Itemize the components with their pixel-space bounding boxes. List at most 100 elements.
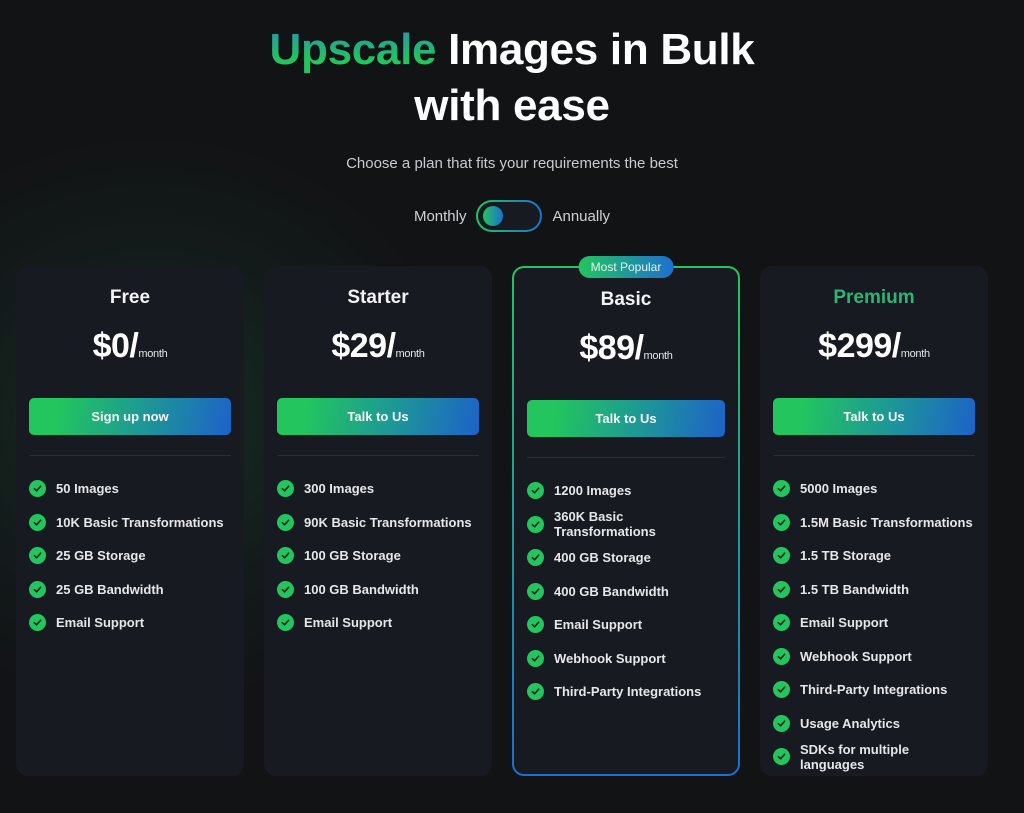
feature-text: Email Support <box>554 617 643 633</box>
feature-text: Third-Party Integrations <box>554 684 702 700</box>
feature-text: Email Support <box>800 615 889 631</box>
feature-item: 400 GB Storage <box>527 541 725 575</box>
check-circle-icon <box>29 547 46 565</box>
check-circle-icon <box>277 547 294 565</box>
feature-item: 100 GB Storage <box>277 539 479 573</box>
feature-text: 90K Basic Transformations <box>304 514 472 530</box>
feature-item: Third-Party Integrations <box>527 675 725 709</box>
feature-item: Email Support <box>527 608 725 642</box>
feature-text: 50 Images <box>56 481 119 497</box>
feature-text: 5000 Images <box>800 481 878 497</box>
check-circle-icon <box>773 748 790 766</box>
feature-text: 1.5 TB Storage <box>800 548 892 564</box>
feature-text: 10K Basic Transformations <box>56 514 224 530</box>
check-circle-icon <box>527 649 544 667</box>
feature-item: 90K Basic Transformations <box>277 506 479 540</box>
feature-item: Email Support <box>277 606 479 640</box>
billing-switch[interactable] <box>476 200 543 232</box>
feature-text: 400 GB Bandwidth <box>554 583 669 599</box>
feature-text: 25 GB Bandwidth <box>56 581 164 597</box>
feature-text: 300 Images <box>304 481 375 497</box>
check-circle-icon <box>29 480 46 498</box>
hero-title-line2: with ease <box>414 81 610 130</box>
price-amount: $0/ <box>92 327 139 365</box>
feature-item: Email Support <box>773 606 975 640</box>
feature-list: 5000 Images 1.5M Basic Transformations 1.5… <box>773 472 975 774</box>
feature-item: 5000 Images <box>773 472 975 506</box>
feature-text: 100 GB Storage <box>304 548 401 564</box>
talk-to-us-button[interactable]: Talk to Us <box>527 400 725 437</box>
feature-text: Email Support <box>56 615 145 631</box>
check-circle-icon <box>277 580 294 598</box>
check-circle-icon <box>277 480 294 498</box>
check-circle-icon <box>29 614 46 632</box>
feature-item: Webhook Support <box>773 640 975 674</box>
feature-list: 50 Images 10K Basic Transformations 25 GB … <box>29 472 231 640</box>
plan-name: Free <box>109 287 151 308</box>
feature-text: Third-Party Integrations <box>800 682 948 698</box>
feature-item: 300 Images <box>277 472 479 506</box>
check-circle-icon <box>773 681 790 699</box>
check-circle-icon <box>29 580 46 598</box>
switch-knob[interactable] <box>483 206 504 226</box>
divider <box>773 455 975 456</box>
plan-price: $89/month <box>527 329 725 369</box>
feature-text: Email Support <box>304 615 393 631</box>
price-amount: $29/ <box>331 327 396 365</box>
talk-to-us-button[interactable]: Talk to Us <box>277 398 479 435</box>
feature-text: Usage Analytics <box>800 715 900 731</box>
check-circle-icon <box>527 549 544 567</box>
check-circle-icon <box>277 614 294 632</box>
hero-subtitle: Choose a plan that fits your requirement… <box>346 155 678 172</box>
switch-track <box>478 202 541 230</box>
plan-card-starter: Starter $29/month Talk to Us 300 Images 9… <box>264 266 492 776</box>
plan-price: $0/month <box>29 327 231 367</box>
plan-price: $29/month <box>277 327 479 367</box>
feature-text: 1200 Images <box>554 483 632 499</box>
check-circle-icon <box>29 513 46 531</box>
feature-item: Usage Analytics <box>773 707 975 741</box>
check-circle-icon <box>773 480 790 498</box>
feature-text: SDKs for multiple languages <box>800 741 910 772</box>
feature-list: 1200 Images 360K Basic Transformations 400… <box>527 474 725 709</box>
feature-item: Third-Party Integrations <box>773 673 975 707</box>
monthly-label[interactable]: Monthly <box>414 208 467 225</box>
feature-text: Webhook Support <box>800 648 912 664</box>
feature-item: Email Support <box>29 606 231 640</box>
feature-text: 360K Basic Transformations <box>554 509 656 540</box>
check-circle-icon <box>527 482 544 500</box>
sign-up-button[interactable]: Sign up now <box>29 398 231 435</box>
divider <box>527 457 725 458</box>
pricing-page: Upscale Images in Bulk with ease Choose … <box>0 0 1024 813</box>
plan-card-free: Free $0/month Sign up now 50 Images 10K B… <box>16 266 244 776</box>
check-circle-icon <box>527 683 544 701</box>
hero-title-rest: Images in Bulk <box>436 25 755 74</box>
feature-item: 100 GB Bandwidth <box>277 573 479 607</box>
talk-to-us-button[interactable]: Talk to Us <box>773 398 975 435</box>
plan-card-premium: Premium $299/month Talk to Us 5000 Image… <box>760 266 988 776</box>
plan-name: Basic <box>600 289 652 310</box>
check-circle-icon <box>773 714 790 732</box>
check-circle-icon <box>773 513 790 531</box>
feature-item: 50 Images <box>29 472 231 506</box>
feature-text: 25 GB Storage <box>56 548 146 564</box>
feature-text: Webhook Support <box>554 650 666 666</box>
feature-item: 360K Basic Transformations <box>527 508 725 542</box>
pricing-cards: Free $0/month Sign up now 50 Images 10K B… <box>16 256 988 776</box>
annually-label[interactable]: Annually <box>552 208 610 225</box>
check-circle-icon <box>527 515 544 533</box>
plan-price: $299/month <box>773 327 975 367</box>
price-period: month <box>395 348 425 360</box>
hero-title: Upscale Images in Bulk with ease <box>0 22 1024 134</box>
feature-item: 1.5 TB Storage <box>773 539 975 573</box>
check-circle-icon <box>773 614 790 632</box>
most-popular-badge: Most Popular <box>578 256 674 278</box>
divider <box>277 455 479 456</box>
plan-card-basic: Most Popular Basic $89/month Talk to Us … <box>512 256 740 776</box>
check-circle-icon <box>277 513 294 531</box>
price-amount: $89/ <box>579 329 644 367</box>
feature-item: SDKs for multiple languages <box>773 740 975 774</box>
divider <box>29 455 231 456</box>
price-period: month <box>900 348 930 360</box>
feature-item: 1.5 TB Bandwidth <box>773 573 975 607</box>
